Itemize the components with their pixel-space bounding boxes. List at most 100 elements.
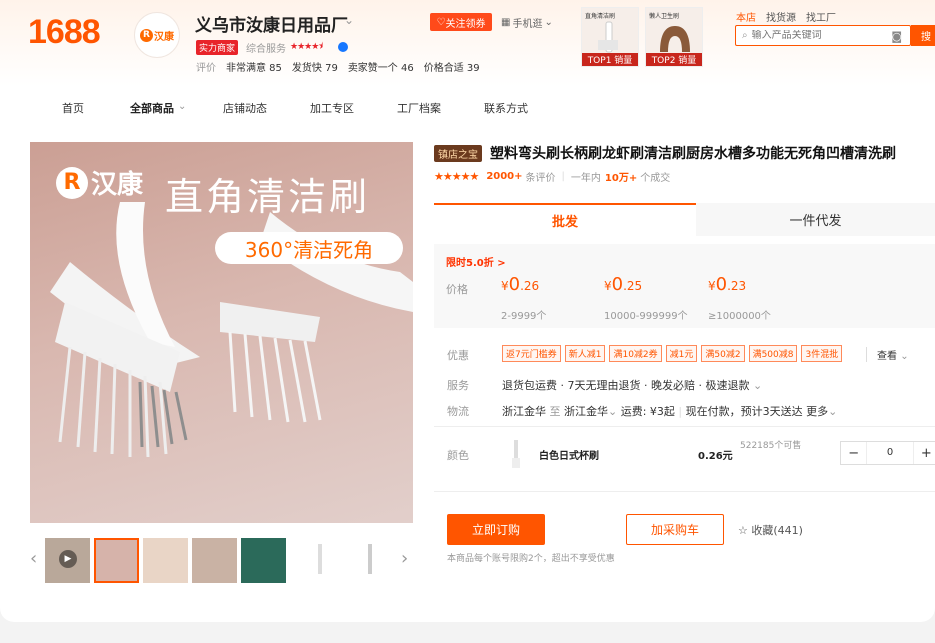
sales-count: 10万+ [604, 173, 638, 184]
brand-r-icon: R [56, 166, 88, 199]
favorite-button[interactable]: ☆ 收藏(441) [738, 522, 803, 538]
shop-badges: 实力商家 综合服务 ★★★★⯨ [196, 39, 349, 55]
play-icon: ▶ [59, 550, 77, 568]
follow-coupon-button[interactable]: ♡ 关注领券 [430, 13, 492, 31]
chevron-left-icon[interactable]: ‹ [30, 548, 37, 569]
camera-icon[interactable]: ◙ [891, 30, 902, 43]
shop-avatar-text: 汉康 [154, 31, 174, 43]
eval-item: 卖家赞一个 46 [347, 63, 414, 74]
top-product-thumb[interactable]: 懒人卫生刷 TOP2 销量 [645, 7, 703, 67]
service-label: 综合服务 [246, 43, 287, 55]
coupon-tag[interactable]: 3件混批 [801, 345, 843, 362]
quantity-stepper: − 0 + [840, 441, 935, 465]
quantity-input[interactable]: 0 [866, 442, 914, 464]
coupon-tag[interactable]: 返7元门槛券 [502, 345, 561, 362]
search-button[interactable]: 搜 [911, 25, 935, 46]
sales-suffix: 个成交 [640, 173, 671, 184]
follow-label: 关注领券 [445, 18, 486, 30]
thumbnail-video[interactable]: ▶ [45, 538, 90, 583]
review-count[interactable]: 2000+ [486, 171, 522, 182]
sku-stock: 522185个可售 [740, 441, 802, 451]
coupon-more-button[interactable]: 查看 ⌄ [866, 347, 909, 362]
chevron-down-icon: ⌄ [544, 16, 553, 28]
nav-item-contact[interactable]: 联系方式 [484, 100, 528, 116]
eval-label: 评价 [196, 63, 216, 74]
nav-item-all-products[interactable]: 全部商品 [130, 100, 174, 116]
delivery-estimate: 现在付款，预计3天送达 [685, 405, 803, 418]
price-tier-qty: 2-9999个 [501, 311, 547, 322]
search-input[interactable] [751, 30, 882, 41]
search-tab-factory[interactable]: 找工厂 [806, 9, 836, 24]
qrcode-icon: ▦ [501, 16, 511, 28]
top-product-thumb[interactable]: 直角清洁刷 TOP1 销量 [581, 7, 639, 67]
rating-stars: ★★★★★ [434, 170, 479, 183]
thumbnail[interactable] [348, 538, 393, 583]
chevron-down-icon: ⌄ [900, 351, 909, 362]
brush-thumb-image [660, 26, 690, 52]
price-tier: ¥0.23 [708, 274, 747, 295]
tab-wholesale[interactable]: 批发 [434, 203, 696, 236]
purchase-tabs: 批发 一件代发 [434, 203, 935, 236]
search-icon: ⌕ [742, 30, 748, 41]
service-label: 服务 [447, 379, 469, 392]
site-logo[interactable]: 1688 [28, 13, 101, 52]
strength-merchant-tag: 实力商家 [196, 39, 239, 55]
coupon-label: 优惠 [447, 349, 469, 362]
thumbnail[interactable] [143, 538, 188, 583]
thumbnail[interactable] [241, 538, 286, 583]
sku-thumbnail[interactable] [510, 440, 522, 468]
eval-item: 发货快 79 [291, 63, 338, 74]
price-box: 限时5.0折 > 价格 ¥0.26 2-9999个 ¥0.25 10000-99… [434, 244, 935, 328]
coupon-tag[interactable]: 满50减2 [701, 345, 745, 362]
ship-to-selector[interactable]: 浙江金华⌄ [564, 405, 617, 418]
buy-now-button[interactable]: 立即订购 [447, 514, 545, 545]
shop-evaluation: 评价 非常满意 85 发货快 79 卖家赞一个 46 价格合适 39 [196, 59, 480, 74]
chevron-down-icon[interactable]: ⌄ [178, 101, 186, 112]
brand-logo: R 汉康 [56, 164, 143, 201]
nav-item-factory[interactable]: 工厂档案 [397, 100, 441, 116]
divider [434, 426, 935, 427]
shipping-fee: 运费: ¥3起 [620, 405, 675, 418]
star-icon: ☆ [738, 524, 748, 537]
mobile-browse-button[interactable]: ▦ 手机逛 ⌄ [501, 13, 553, 31]
coupon-tag[interactable]: 新人减1 [564, 345, 606, 362]
search-tab-shop[interactable]: 本店 [736, 9, 756, 24]
main-product-image[interactable]: R 汉康 直角清洁刷 360°清洁死角 [30, 142, 413, 523]
promo-link[interactable]: 限时5.0折 > [446, 254, 506, 269]
nav-item-processing[interactable]: 加工专区 [310, 100, 354, 116]
chevron-right-icon[interactable]: › [401, 548, 408, 569]
logistics-more[interactable]: 更多⌄ [806, 405, 837, 418]
brush-thumb-image [598, 21, 618, 53]
chevron-down-icon: ⌄ [608, 405, 618, 418]
decrement-button[interactable]: − [841, 446, 866, 461]
increment-button[interactable]: + [914, 446, 935, 461]
thumbnail-selected[interactable] [94, 538, 139, 583]
nav-item-home[interactable]: 首页 [62, 100, 84, 116]
nav-item-news[interactable]: 店铺动态 [223, 100, 267, 116]
divider [434, 491, 935, 492]
product-title-row: 镇店之宝 塑料弯头刷长柄刷龙虾刷清洁刷厨房水槽多功能无死角凹槽清洗刷 [434, 143, 896, 163]
add-to-cart-button[interactable]: 加采购车 [626, 514, 724, 545]
product-title: 塑料弯头刷长柄刷龙虾刷清洁刷厨房水槽多功能无死角凹槽清洗刷 [490, 146, 896, 162]
image-headline: 直角清洁刷 [165, 177, 371, 219]
coupon-tag[interactable]: 减1元 [665, 345, 698, 362]
coupon-tag[interactable]: 满10减2券 [609, 345, 662, 362]
chevron-down-icon[interactable]: ⌄ [344, 13, 354, 27]
price-tier: ¥0.26 [501, 274, 540, 295]
sku-name: 白色日式杯刷 [539, 451, 599, 462]
ship-from: 浙江金华 [502, 405, 546, 418]
brush-thumb-image [368, 544, 372, 574]
shop-name[interactable]: 义乌市汝康日用品厂 [195, 11, 348, 36]
service-info[interactable]: 退货包运费 · 7天无理由退货 · 晚发必赔 · 极速退款 ⌄ [502, 377, 762, 393]
coupon-tag[interactable]: 满500减8 [748, 345, 798, 362]
thumbnail-strip: ‹ ▶ › [30, 536, 413, 584]
review-label: 条评价 [525, 173, 556, 184]
chevron-down-icon: ⌄ [828, 405, 838, 418]
shop-avatar[interactable]: R 汉康 [134, 12, 180, 58]
heart-icon: ♡ [436, 16, 446, 28]
thumbnail[interactable] [192, 538, 237, 583]
thumbnail[interactable] [298, 538, 343, 583]
tab-dropship[interactable]: 一件代发 [696, 203, 935, 236]
chevron-down-icon: ⌄ [752, 379, 763, 392]
search-tab-source[interactable]: 找货源 [766, 9, 796, 24]
